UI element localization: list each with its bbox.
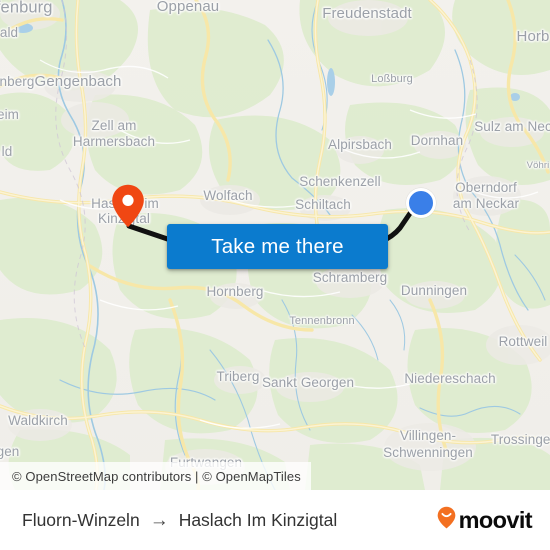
map-label: Dornhan [410,132,464,148]
map-label: Sankt Georgen [261,374,355,390]
map-label: Schramberg [312,269,388,285]
take-me-there-label: Take me there [211,234,344,258]
map-label: nberg [0,73,35,89]
map-label: Schwenningen [383,444,473,460]
map-label: Harmersbach [72,133,156,149]
map-label: ld [1,143,13,159]
map-label: Alpirsbach [327,136,393,152]
attribution-text: © OpenStreetMap contributors | © OpenMap… [12,468,301,484]
map-label: Tennenbronn [289,315,355,328]
map-label: Villingen- [399,427,457,443]
moovit-trip-map-screen: ffenburg Oppenau Freudenstadt Horb ald nbergG… [0,0,550,550]
map-label: Horb [516,28,550,46]
map-label: Wolfach [203,187,253,203]
trip-origin: Fluorn-Winzeln [22,509,140,530]
map-attribution[interactable]: © OpenStreetMap contributors | © OpenMap… [0,462,311,490]
moovit-wordmark: moovit [458,506,533,533]
map-label: Freudenstadt [322,5,412,23]
map-label: Niedereschach [404,370,496,386]
map-label: Zell am [91,117,137,133]
map-label: Rottweil [498,333,548,349]
take-me-there-button[interactable]: Take me there [167,224,388,269]
map-label: gen [0,443,20,459]
map-label: Dunningen [400,282,468,298]
arrow-right-icon: → [149,509,169,531]
map-label: Hornberg [206,283,264,299]
map-label: Loßburg [371,73,413,86]
moovit-pin-icon [437,506,456,534]
map-label: Triberg [216,368,260,384]
trip-route-text: Fluorn-Winzeln → Haslach Im Kinzigtal [22,510,337,531]
map-label: Waldkirch [8,412,68,428]
map-label: Oberndorf [455,179,517,195]
trip-summary-bar: Fluorn-Winzeln → Haslach Im Kinzigtal mo… [0,490,550,550]
map-label: Vöhri [526,160,550,172]
map-label: Sulz am Nec [474,118,550,134]
map-label: am Neckar [452,195,520,211]
map-label: Trossinger [490,431,550,447]
moovit-logo[interactable]: moovit [437,506,533,534]
map-label: Schenkenzell [299,173,381,189]
map-label: ffenburg [0,0,53,17]
map-label: eim [0,106,20,122]
origin-marker[interactable] [406,188,436,218]
map-label: Gengenbach [34,73,122,91]
map-canvas[interactable]: ffenburg Oppenau Freudenstadt Horb ald nbergG… [0,0,550,490]
destination-pin-marker[interactable] [111,184,145,228]
trip-destination: Haslach Im Kinzigtal [178,509,338,530]
map-label: Schiltach [295,196,351,212]
map-label: Oppenau [156,0,220,16]
map-label: ald [0,24,19,40]
